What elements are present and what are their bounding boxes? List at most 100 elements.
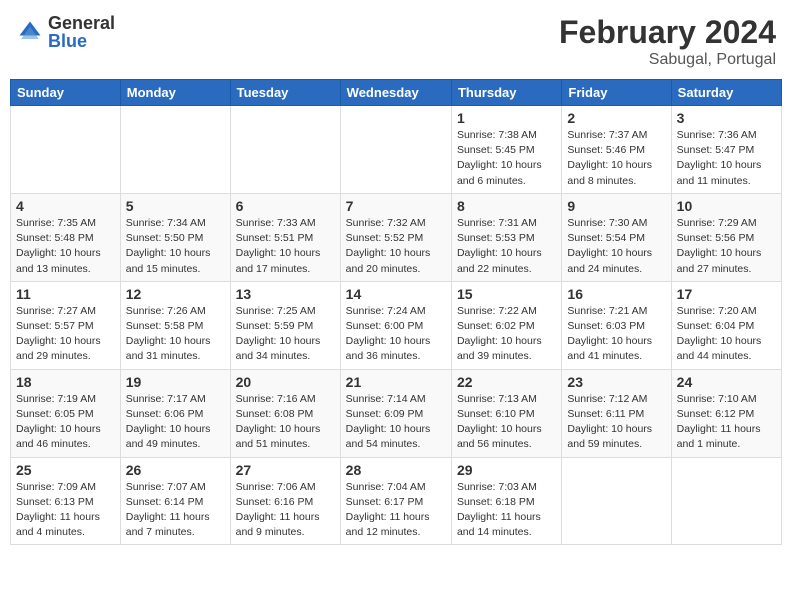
day-info: Sunrise: 7:30 AM Sunset: 5:54 PM Dayligh…	[567, 216, 665, 277]
day-number: 3	[677, 110, 776, 126]
calendar-cell: 20Sunrise: 7:16 AM Sunset: 6:08 PM Dayli…	[230, 369, 340, 457]
day-number: 23	[567, 374, 665, 390]
calendar-cell: 29Sunrise: 7:03 AM Sunset: 6:18 PM Dayli…	[451, 457, 561, 545]
logo-blue: Blue	[48, 32, 115, 50]
title-block: February 2024 Sabugal, Portugal	[559, 14, 776, 69]
calendar-cell: 9 Sunrise: 7:30 AM Sunset: 5:54 PM Daylig…	[562, 193, 671, 281]
calendar-cell: 16 Sunrise: 7:21 AM Sunset: 6:03 PM Dayli…	[562, 281, 671, 369]
calendar-cell: 2Sunrise: 7:37 AM Sunset: 5:46 PM Daylig…	[562, 106, 671, 194]
day-number: 22	[457, 374, 556, 390]
day-info: Sunrise: 7:07 AM Sunset: 6:14 PM Dayligh…	[126, 480, 225, 541]
calendar-cell: 15 Sunrise: 7:22 AM Sunset: 6:02 PM Dayli…	[451, 281, 561, 369]
day-number: 18	[16, 374, 115, 390]
calendar-cell	[11, 106, 121, 194]
calendar-cell: 28 Sunrise: 7:04 AM Sunset: 6:17 PM Dayli…	[340, 457, 451, 545]
day-info: Sunrise: 7:12 AM Sunset: 6:11 PM Dayligh…	[567, 392, 665, 453]
calendar-cell: 19 Sunrise: 7:17 AM Sunset: 6:06 PM Dayli…	[120, 369, 230, 457]
day-number: 25	[16, 462, 115, 478]
calendar-cell: 11Sunrise: 7:27 AM Sunset: 5:57 PM Dayli…	[11, 281, 121, 369]
calendar-cell: 7Sunrise: 7:32 AM Sunset: 5:52 PM Daylig…	[340, 193, 451, 281]
day-info: Sunrise: 7:09 AM Sunset: 6:13 PM Dayligh…	[16, 480, 115, 541]
calendar-week-row: 1 Sunrise: 7:38 AM Sunset: 5:45 PM Daylig…	[11, 106, 782, 194]
calendar-cell: 14 Sunrise: 7:24 AM Sunset: 6:00 PM Dayli…	[340, 281, 451, 369]
day-info: Sunrise: 7:03 AM Sunset: 6:18 PM Dayligh…	[457, 480, 556, 541]
calendar-cell: 5 Sunrise: 7:34 AM Sunset: 5:50 PM Daylig…	[120, 193, 230, 281]
day-info: Sunrise: 7:34 AM Sunset: 5:50 PM Dayligh…	[126, 216, 225, 277]
day-number: 27	[236, 462, 335, 478]
calendar-cell: 18 Sunrise: 7:19 AM Sunset: 6:05 PM Dayli…	[11, 369, 121, 457]
logo-text: General Blue	[48, 14, 115, 50]
day-info: Sunrise: 7:13 AM Sunset: 6:10 PM Dayligh…	[457, 392, 556, 453]
calendar-week-row: 18 Sunrise: 7:19 AM Sunset: 6:05 PM Dayli…	[11, 369, 782, 457]
calendar-cell	[120, 106, 230, 194]
logo-general: General	[48, 14, 115, 32]
day-info: Sunrise: 7:37 AM Sunset: 5:46 PM Dayligh…	[567, 128, 665, 189]
day-info: Sunrise: 7:25 AM Sunset: 5:59 PM Dayligh…	[236, 304, 335, 365]
calendar-cell	[671, 457, 781, 545]
weekday-header-row: SundayMondayTuesdayWednesdayThursdayFrid…	[11, 80, 782, 106]
month-year: February 2024	[559, 14, 776, 51]
day-info: Sunrise: 7:38 AM Sunset: 5:45 PM Dayligh…	[457, 128, 556, 189]
day-number: 7	[346, 198, 446, 214]
calendar-cell: 10 Sunrise: 7:29 AM Sunset: 5:56 PM Dayli…	[671, 193, 781, 281]
day-info: Sunrise: 7:26 AM Sunset: 5:58 PM Dayligh…	[126, 304, 225, 365]
day-number: 17	[677, 286, 776, 302]
day-number: 15	[457, 286, 556, 302]
day-number: 12	[126, 286, 225, 302]
day-number: 16	[567, 286, 665, 302]
location: Sabugal, Portugal	[559, 51, 776, 69]
day-info: Sunrise: 7:14 AM Sunset: 6:09 PM Dayligh…	[346, 392, 446, 453]
weekday-header-monday: Monday	[120, 80, 230, 106]
calendar-cell: 26Sunrise: 7:07 AM Sunset: 6:14 PM Dayli…	[120, 457, 230, 545]
day-info: Sunrise: 7:22 AM Sunset: 6:02 PM Dayligh…	[457, 304, 556, 365]
calendar-cell: 23 Sunrise: 7:12 AM Sunset: 6:11 PM Dayli…	[562, 369, 671, 457]
calendar-cell: 25 Sunrise: 7:09 AM Sunset: 6:13 PM Dayli…	[11, 457, 121, 545]
day-number: 24	[677, 374, 776, 390]
day-number: 28	[346, 462, 446, 478]
day-number: 11	[16, 286, 115, 302]
calendar-cell: 17 Sunrise: 7:20 AM Sunset: 6:04 PM Dayli…	[671, 281, 781, 369]
calendar-cell	[562, 457, 671, 545]
day-info: Sunrise: 7:35 AM Sunset: 5:48 PM Dayligh…	[16, 216, 115, 277]
calendar-cell: 4 Sunrise: 7:35 AM Sunset: 5:48 PM Daylig…	[11, 193, 121, 281]
calendar-cell	[230, 106, 340, 194]
weekday-header-wednesday: Wednesday	[340, 80, 451, 106]
day-number: 13	[236, 286, 335, 302]
calendar-table: SundayMondayTuesdayWednesdayThursdayFrid…	[10, 79, 782, 545]
day-info: Sunrise: 7:17 AM Sunset: 6:06 PM Dayligh…	[126, 392, 225, 453]
day-info: Sunrise: 7:29 AM Sunset: 5:56 PM Dayligh…	[677, 216, 776, 277]
day-info: Sunrise: 7:20 AM Sunset: 6:04 PM Dayligh…	[677, 304, 776, 365]
day-info: Sunrise: 7:31 AM Sunset: 5:53 PM Dayligh…	[457, 216, 556, 277]
day-info: Sunrise: 7:33 AM Sunset: 5:51 PM Dayligh…	[236, 216, 335, 277]
day-info: Sunrise: 7:21 AM Sunset: 6:03 PM Dayligh…	[567, 304, 665, 365]
calendar-week-row: 25 Sunrise: 7:09 AM Sunset: 6:13 PM Dayli…	[11, 457, 782, 545]
day-number: 9	[567, 198, 665, 214]
calendar-cell: 3 Sunrise: 7:36 AM Sunset: 5:47 PM Daylig…	[671, 106, 781, 194]
weekday-header-sunday: Sunday	[11, 80, 121, 106]
day-number: 10	[677, 198, 776, 214]
weekday-header-saturday: Saturday	[671, 80, 781, 106]
day-number: 5	[126, 198, 225, 214]
day-info: Sunrise: 7:24 AM Sunset: 6:00 PM Dayligh…	[346, 304, 446, 365]
calendar-cell: 21 Sunrise: 7:14 AM Sunset: 6:09 PM Dayli…	[340, 369, 451, 457]
day-info: Sunrise: 7:19 AM Sunset: 6:05 PM Dayligh…	[16, 392, 115, 453]
calendar-cell: 8Sunrise: 7:31 AM Sunset: 5:53 PM Daylig…	[451, 193, 561, 281]
logo-icon	[16, 18, 44, 46]
day-number: 19	[126, 374, 225, 390]
day-info: Sunrise: 7:04 AM Sunset: 6:17 PM Dayligh…	[346, 480, 446, 541]
day-number: 6	[236, 198, 335, 214]
calendar-week-row: 4 Sunrise: 7:35 AM Sunset: 5:48 PM Daylig…	[11, 193, 782, 281]
day-number: 1	[457, 110, 556, 126]
day-number: 4	[16, 198, 115, 214]
calendar-cell: 22 Sunrise: 7:13 AM Sunset: 6:10 PM Dayli…	[451, 369, 561, 457]
calendar-cell: 6 Sunrise: 7:33 AM Sunset: 5:51 PM Daylig…	[230, 193, 340, 281]
day-number: 14	[346, 286, 446, 302]
day-number: 20	[236, 374, 335, 390]
calendar-week-row: 11Sunrise: 7:27 AM Sunset: 5:57 PM Dayli…	[11, 281, 782, 369]
weekday-header-thursday: Thursday	[451, 80, 561, 106]
day-info: Sunrise: 7:06 AM Sunset: 6:16 PM Dayligh…	[236, 480, 335, 541]
day-info: Sunrise: 7:10 AM Sunset: 6:12 PM Dayligh…	[677, 392, 776, 453]
calendar-cell: 27 Sunrise: 7:06 AM Sunset: 6:16 PM Dayli…	[230, 457, 340, 545]
day-number: 21	[346, 374, 446, 390]
day-info: Sunrise: 7:36 AM Sunset: 5:47 PM Dayligh…	[677, 128, 776, 189]
